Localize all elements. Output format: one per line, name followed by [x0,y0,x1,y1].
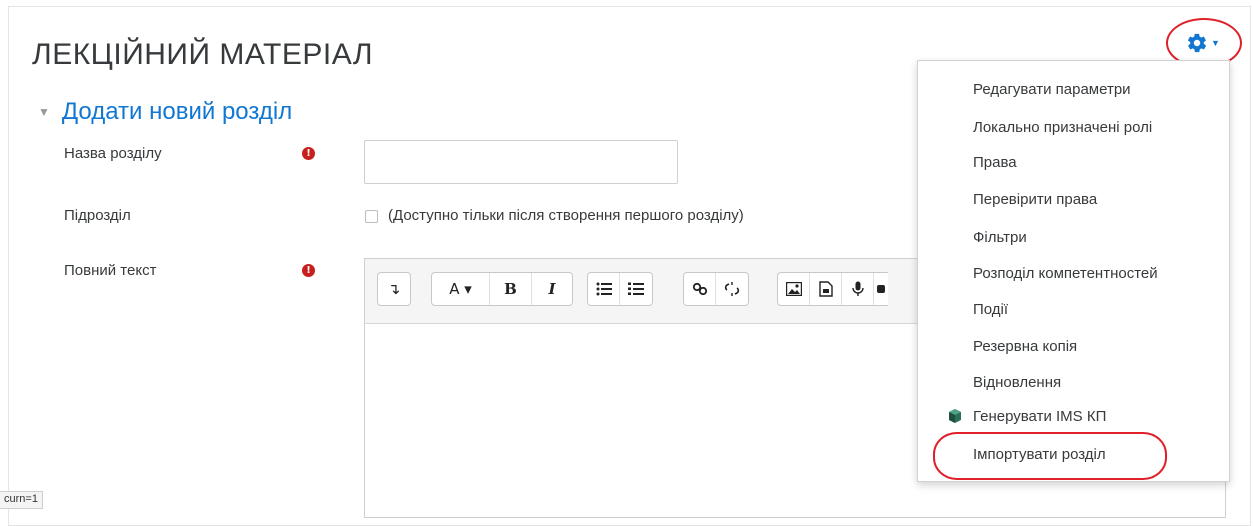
chevron-down-icon: ▼ [1211,38,1220,48]
microphone-icon [851,281,864,296]
subsection-label: Підрозділ [64,207,131,224]
subsection-checkbox[interactable] [365,210,378,223]
gear-icon [1187,33,1207,53]
page-title: ЛЕКЦІЙНИЙ МАТЕРІАЛ [32,38,374,71]
link-icon [692,282,707,296]
menu-item-edit-settings[interactable]: Редагувати параметри [973,81,1131,98]
settings-menu-button[interactable]: ▼ [1186,30,1220,56]
required-icon: ! [302,264,315,277]
link-button[interactable] [684,273,716,305]
video-icon [877,285,885,293]
ordered-list-button[interactable] [620,273,652,305]
toolbar-group-lists [587,272,653,306]
image-icon [785,282,802,296]
record-audio-button[interactable] [842,273,874,305]
toolbar-group-collapse: ↴ [377,272,411,306]
menu-item-backup[interactable]: Резервна копія [973,338,1077,355]
status-bar: curn=1 [0,491,43,509]
menu-item-generate-ims-cp[interactable]: Генерувати IMS КП [973,408,1106,425]
subsection-checkbox-label: (Доступно тільки після створення першого… [388,207,744,224]
ims-package-icon [949,409,961,423]
media-button[interactable] [810,273,842,305]
unlink-icon [724,282,740,296]
menu-item-competency-breakdown[interactable]: Розподіл компетентностей [973,265,1158,282]
menu-item-restore[interactable]: Відновлення [973,374,1061,391]
ordered-list-icon [628,282,644,295]
menu-item-events[interactable]: Події [973,301,1008,318]
menu-item-import-section[interactable]: Імпортувати розділ [973,446,1106,463]
menu-item-check-permissions[interactable]: Перевірити права [973,191,1097,208]
menu-item-filters[interactable]: Фільтри [973,229,1027,246]
unordered-list-button[interactable] [588,273,620,305]
image-button[interactable] [778,273,810,305]
section-name-label: Назва розділу [64,145,162,162]
bold-button[interactable]: B [490,273,532,305]
font-style-button[interactable]: A ▾ [432,273,490,305]
toolbar-group-links [683,272,749,306]
document-icon [818,281,833,297]
section-title[interactable]: Додати новий розділ [62,98,292,126]
triangle-down-icon[interactable]: ▼ [38,105,50,119]
collapse-toolbar-button[interactable]: ↴ [378,273,410,305]
unordered-list-icon [596,282,612,296]
record-video-button[interactable] [874,273,888,305]
settings-dropdown-menu: Редагувати параметри Локально призначені… [917,60,1230,482]
unlink-button[interactable] [716,273,748,305]
toolbar-group-media [777,272,888,306]
section-header[interactable]: ▼ Додати новий розділ [38,98,292,126]
required-icon: ! [302,147,315,160]
menu-item-local-roles[interactable]: Локально призначені ролі [973,119,1152,136]
italic-button[interactable]: I [532,273,572,305]
full-text-label: Повний текст [64,262,157,279]
menu-item-permissions[interactable]: Права [973,154,1017,171]
section-name-input[interactable] [364,140,678,184]
toolbar-group-style: A ▾ B I [431,272,573,306]
